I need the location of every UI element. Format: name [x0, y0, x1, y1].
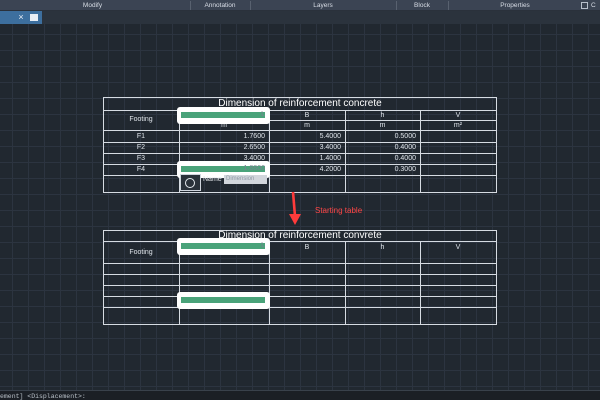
highlight-bar: [181, 243, 265, 249]
panel-launcher-icon[interactable]: [581, 2, 588, 9]
ribbon-panel-modify[interactable]: Modify: [40, 0, 145, 11]
ribbon-separator: [396, 1, 397, 10]
new-tab-icon[interactable]: [30, 14, 38, 21]
name-input[interactable]: Dimension: [224, 175, 267, 184]
cell-insert-widget[interactable]: [180, 174, 201, 191]
highlight-bar: [181, 112, 265, 118]
ribbon-panel-block[interactable]: Block: [398, 0, 446, 11]
file-tab-strip: ×: [0, 11, 600, 24]
ribbon-panel-layers[interactable]: Layers: [252, 0, 394, 11]
annotation-text: Starting table: [315, 206, 363, 215]
name-label: Name: [203, 176, 222, 183]
close-icon[interactable]: ×: [16, 11, 26, 24]
ribbon-separator: [250, 1, 251, 10]
selected-cell-highlight[interactable]: L: [177, 107, 270, 124]
ribbon-panel-properties[interactable]: Properties: [450, 0, 580, 11]
circle-icon: [185, 178, 195, 188]
command-line[interactable]: ement] <Displacement>:: [0, 390, 600, 400]
ribbon-panel-cut[interactable]: C: [591, 0, 596, 11]
ribbon-separator: [448, 1, 449, 10]
cell-l: 1.8800: [243, 165, 265, 172]
highlight-bar: [181, 297, 265, 303]
red-arrow-icon: [289, 191, 301, 225]
ribbon-panel-annotation[interactable]: Annotation: [192, 0, 248, 11]
highlight-header-l: L: [261, 242, 265, 249]
file-tab-active[interactable]: ×: [0, 11, 42, 24]
ribbon-separator: [190, 1, 191, 10]
selected-cell-highlight[interactable]: L: [177, 238, 270, 255]
command-prompt-text: ement] <Displacement>:: [0, 393, 86, 400]
highlight-header-l: L: [261, 111, 265, 118]
selected-cell-highlight[interactable]: [177, 292, 270, 309]
ribbon-panel-bar: Modify Annotation Layers Block Propertie…: [0, 0, 600, 11]
